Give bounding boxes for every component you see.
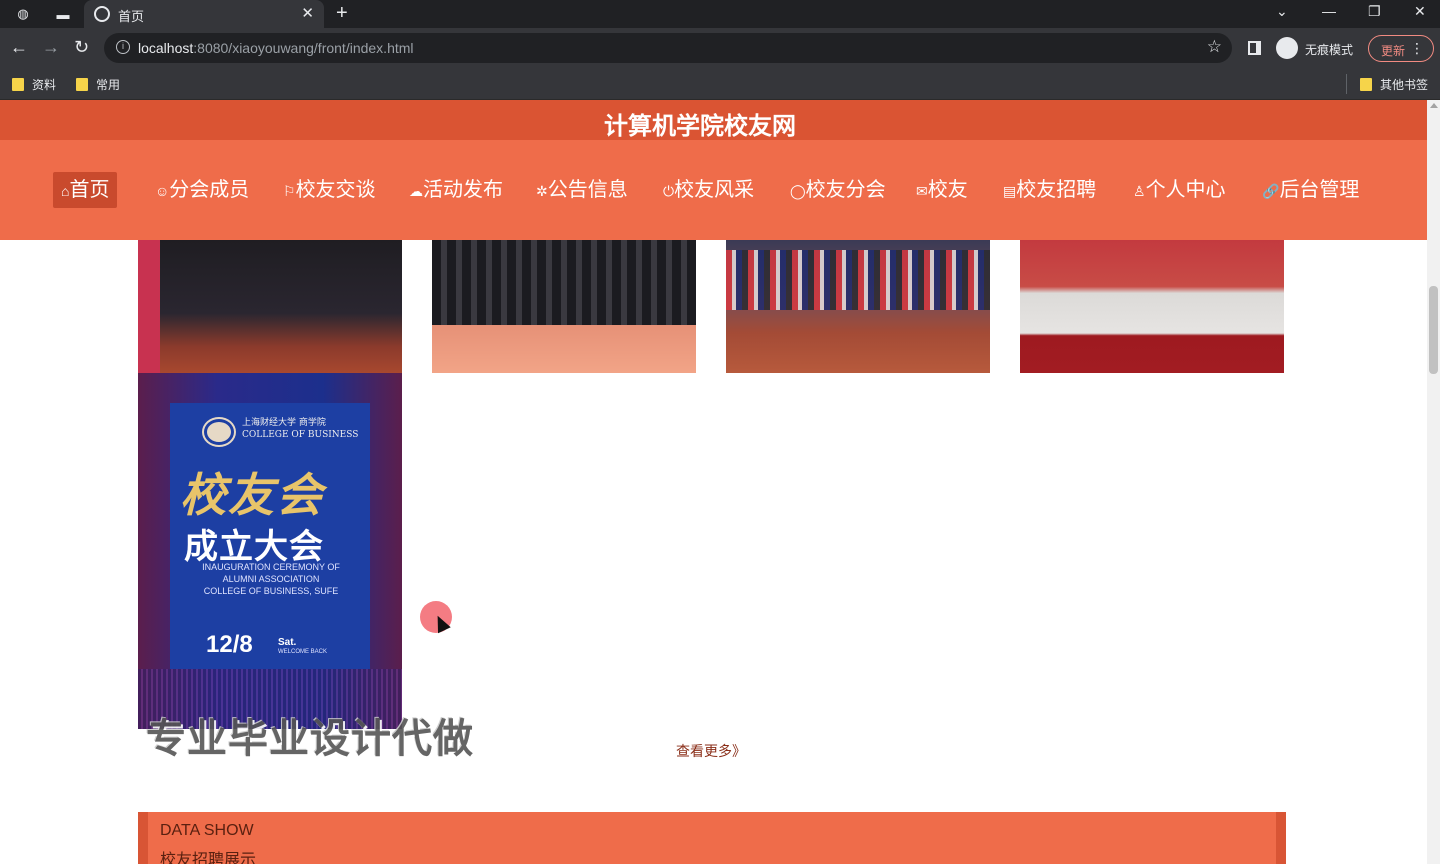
tab-list-chevron-icon[interactable]: ⌄ (1276, 3, 1288, 20)
url-text[interactable]: localhost:8080/xiaoyouwang/front/index.h… (138, 40, 414, 56)
data-show-en: DATA SHOW (160, 822, 254, 839)
smile-icon: ☺ (155, 183, 170, 199)
nav-activities[interactable]: ☁活动发布 (405, 172, 507, 208)
scroll-up-arrow-icon[interactable] (1430, 103, 1438, 108)
nav-label: 公告信息 (547, 179, 628, 201)
bookmark-label: 常用 (96, 78, 121, 92)
folder-icon (76, 78, 88, 91)
reload-icon[interactable]: ↻ (74, 37, 89, 58)
nav-admin[interactable]: 🔗后台管理 (1258, 172, 1363, 208)
bookmarks-bar: 资料 常用 其他书签 (0, 68, 1440, 100)
nav-label: 首页 (69, 179, 110, 201)
poster-school-cn: 上海财经大学 商学院 (242, 418, 326, 428)
view-more-link[interactable]: 查看更多》 (676, 741, 746, 761)
side-panel-icon[interactable] (1248, 41, 1261, 55)
bookmark-folder-ziliao[interactable]: 资料 (12, 76, 56, 93)
nav-alumni-branch[interactable]: ◯校友分会 (786, 172, 890, 208)
power-icon: ⏻ (663, 183, 675, 199)
folder-icon (12, 78, 24, 91)
nav-label: 校友招聘 (1016, 179, 1097, 201)
school-seal-icon (204, 419, 234, 445)
tab-favicon-icon (94, 6, 110, 22)
browser-toolbar: ← → ↻ i localhost:8080/xiaoyouwang/front… (0, 28, 1440, 68)
nav-label: 分会成员 (169, 179, 250, 201)
poster-en-line: ALUMNI ASSOCIATION (222, 574, 320, 584)
cloud-icon: ☁ (409, 183, 423, 199)
poster-en-line: INAUGURATION CEREMONY OF (202, 562, 340, 572)
poster-welcome: WELCOME BACK (278, 649, 328, 655)
flag-icon: ⚐ (283, 183, 296, 199)
bookmark-folder-changyong[interactable]: 常用 (76, 76, 120, 93)
circle-icon: ◯ (790, 183, 806, 199)
gallery-photo-4[interactable] (1020, 240, 1284, 373)
nav-alumni[interactable]: ✉校友 (912, 172, 972, 208)
minimize-icon[interactable]: — (1322, 3, 1336, 19)
browser-tab[interactable]: 首页 ✕ (84, 0, 324, 28)
link-icon: 🔗 (1262, 183, 1280, 199)
site-title: 计算机学院校友网 (604, 113, 796, 140)
nav-label: 校友分会 (805, 179, 886, 201)
bookmark-star-icon[interactable]: ☆ (1207, 37, 1222, 57)
poster-en-line: COLLEGE OF BUSINESS, SUFE (203, 586, 339, 596)
nav-label: 校友 (927, 179, 968, 201)
nav-announcements[interactable]: ✲公告信息 (532, 172, 632, 208)
bookmark-label: 资料 (32, 78, 57, 92)
poster-english: INAUGURATION CEREMONY OF ALUMNI ASSOCIAT… (178, 561, 364, 597)
alumni-ceremony-poster[interactable]: 上海财经大学 商学院 COLLEGE OF BUSINESS 校友会 成立大会 … (138, 373, 402, 729)
tab-search-icon[interactable]: ▬ (54, 5, 72, 23)
mail-icon: ✉ (916, 183, 928, 199)
update-label: 更新 (1381, 44, 1406, 58)
globe-icon[interactable]: ◍ (14, 5, 32, 23)
page-scrollbar[interactable] (1427, 100, 1440, 864)
restore-icon[interactable]: ❐ (1368, 3, 1381, 20)
gallery-photo-3[interactable] (726, 240, 990, 373)
forward-icon[interactable]: → (42, 37, 60, 58)
incognito-label[interactable]: 无痕模式 (1305, 41, 1353, 58)
watermark-text: 专业毕业设计代做 (146, 717, 474, 761)
site-header: 计算机学院校友网 ⌂首页 ☺分会成员 ⚐校友交谈 ☁活动发布 ✲公告信息 ⏻校友… (0, 100, 1427, 240)
close-tab-icon[interactable]: ✕ (301, 4, 314, 22)
back-icon[interactable]: ← (10, 37, 28, 58)
page-viewport: 上海财经大学 商学院 COLLEGE OF BUSINESS 校友会 成立大会 … (0, 100, 1440, 864)
tab-title: 首页 (118, 9, 145, 24)
poster-day: Sat. (278, 637, 297, 648)
nav-recruitment[interactable]: ▤校友招聘 (999, 172, 1100, 208)
clipboard-icon: ▤ (1003, 183, 1017, 199)
browser-tab-bar: ◍ ▬ 首页 ✕ + ⌄ — ❐ ✕ (0, 0, 1440, 28)
scroll-thumb[interactable] (1429, 286, 1438, 374)
menu-dots-icon[interactable]: ⋮ (1410, 40, 1424, 57)
nav-label: 校友风采 (674, 179, 755, 201)
update-button[interactable]: 更新 ⋮ (1368, 35, 1434, 62)
spark-icon: ✲ (536, 183, 548, 199)
new-tab-icon[interactable]: + (336, 2, 348, 25)
gallery-photo-2[interactable] (432, 240, 696, 373)
bookmark-separator (1346, 74, 1347, 94)
data-show-banner: DATA SHOW 校友招聘展示 (138, 812, 1286, 864)
poster-headline: 校友会 (180, 468, 324, 522)
other-bookmarks-label: 其他书签 (1380, 78, 1429, 92)
user-icon: ♙ (1133, 183, 1146, 199)
main-nav: ⌂首页 ☺分会成员 ⚐校友交谈 ☁活动发布 ✲公告信息 ⏻校友风采 ◯校友分会 … (0, 140, 1427, 240)
poster-date: 12/8 (206, 631, 253, 658)
poster-school: 上海财经大学 商学院 COLLEGE OF BUSINESS (242, 417, 358, 441)
nav-personal-center[interactable]: ♙个人中心 (1129, 172, 1230, 208)
incognito-icon[interactable] (1276, 37, 1298, 59)
site-title-bar: 计算机学院校友网 (0, 100, 1427, 140)
nav-alumni-style[interactable]: ⏻校友风采 (659, 172, 758, 208)
nav-alumni-talk[interactable]: ⚐校友交谈 (279, 172, 380, 208)
nav-branch-members[interactable]: ☺分会成员 (151, 172, 253, 208)
nav-home[interactable]: ⌂首页 (53, 172, 118, 208)
data-show-cn: 校友招聘展示 (160, 852, 257, 864)
poster-school-en: COLLEGE OF BUSINESS (242, 430, 359, 440)
nav-label: 个人中心 (1145, 179, 1226, 201)
site-info-icon[interactable]: i (116, 40, 130, 54)
address-bar[interactable]: i localhost:8080/xiaoyouwang/front/index… (104, 33, 1232, 63)
other-bookmarks-folder[interactable]: 其他书签 (1360, 76, 1428, 93)
folder-icon (1360, 78, 1372, 91)
gallery-photo-1[interactable] (138, 240, 402, 373)
nav-label: 后台管理 (1279, 179, 1360, 201)
nav-label: 校友交谈 (295, 179, 376, 201)
close-window-icon[interactable]: ✕ (1414, 3, 1426, 20)
nav-label: 活动发布 (423, 179, 503, 201)
